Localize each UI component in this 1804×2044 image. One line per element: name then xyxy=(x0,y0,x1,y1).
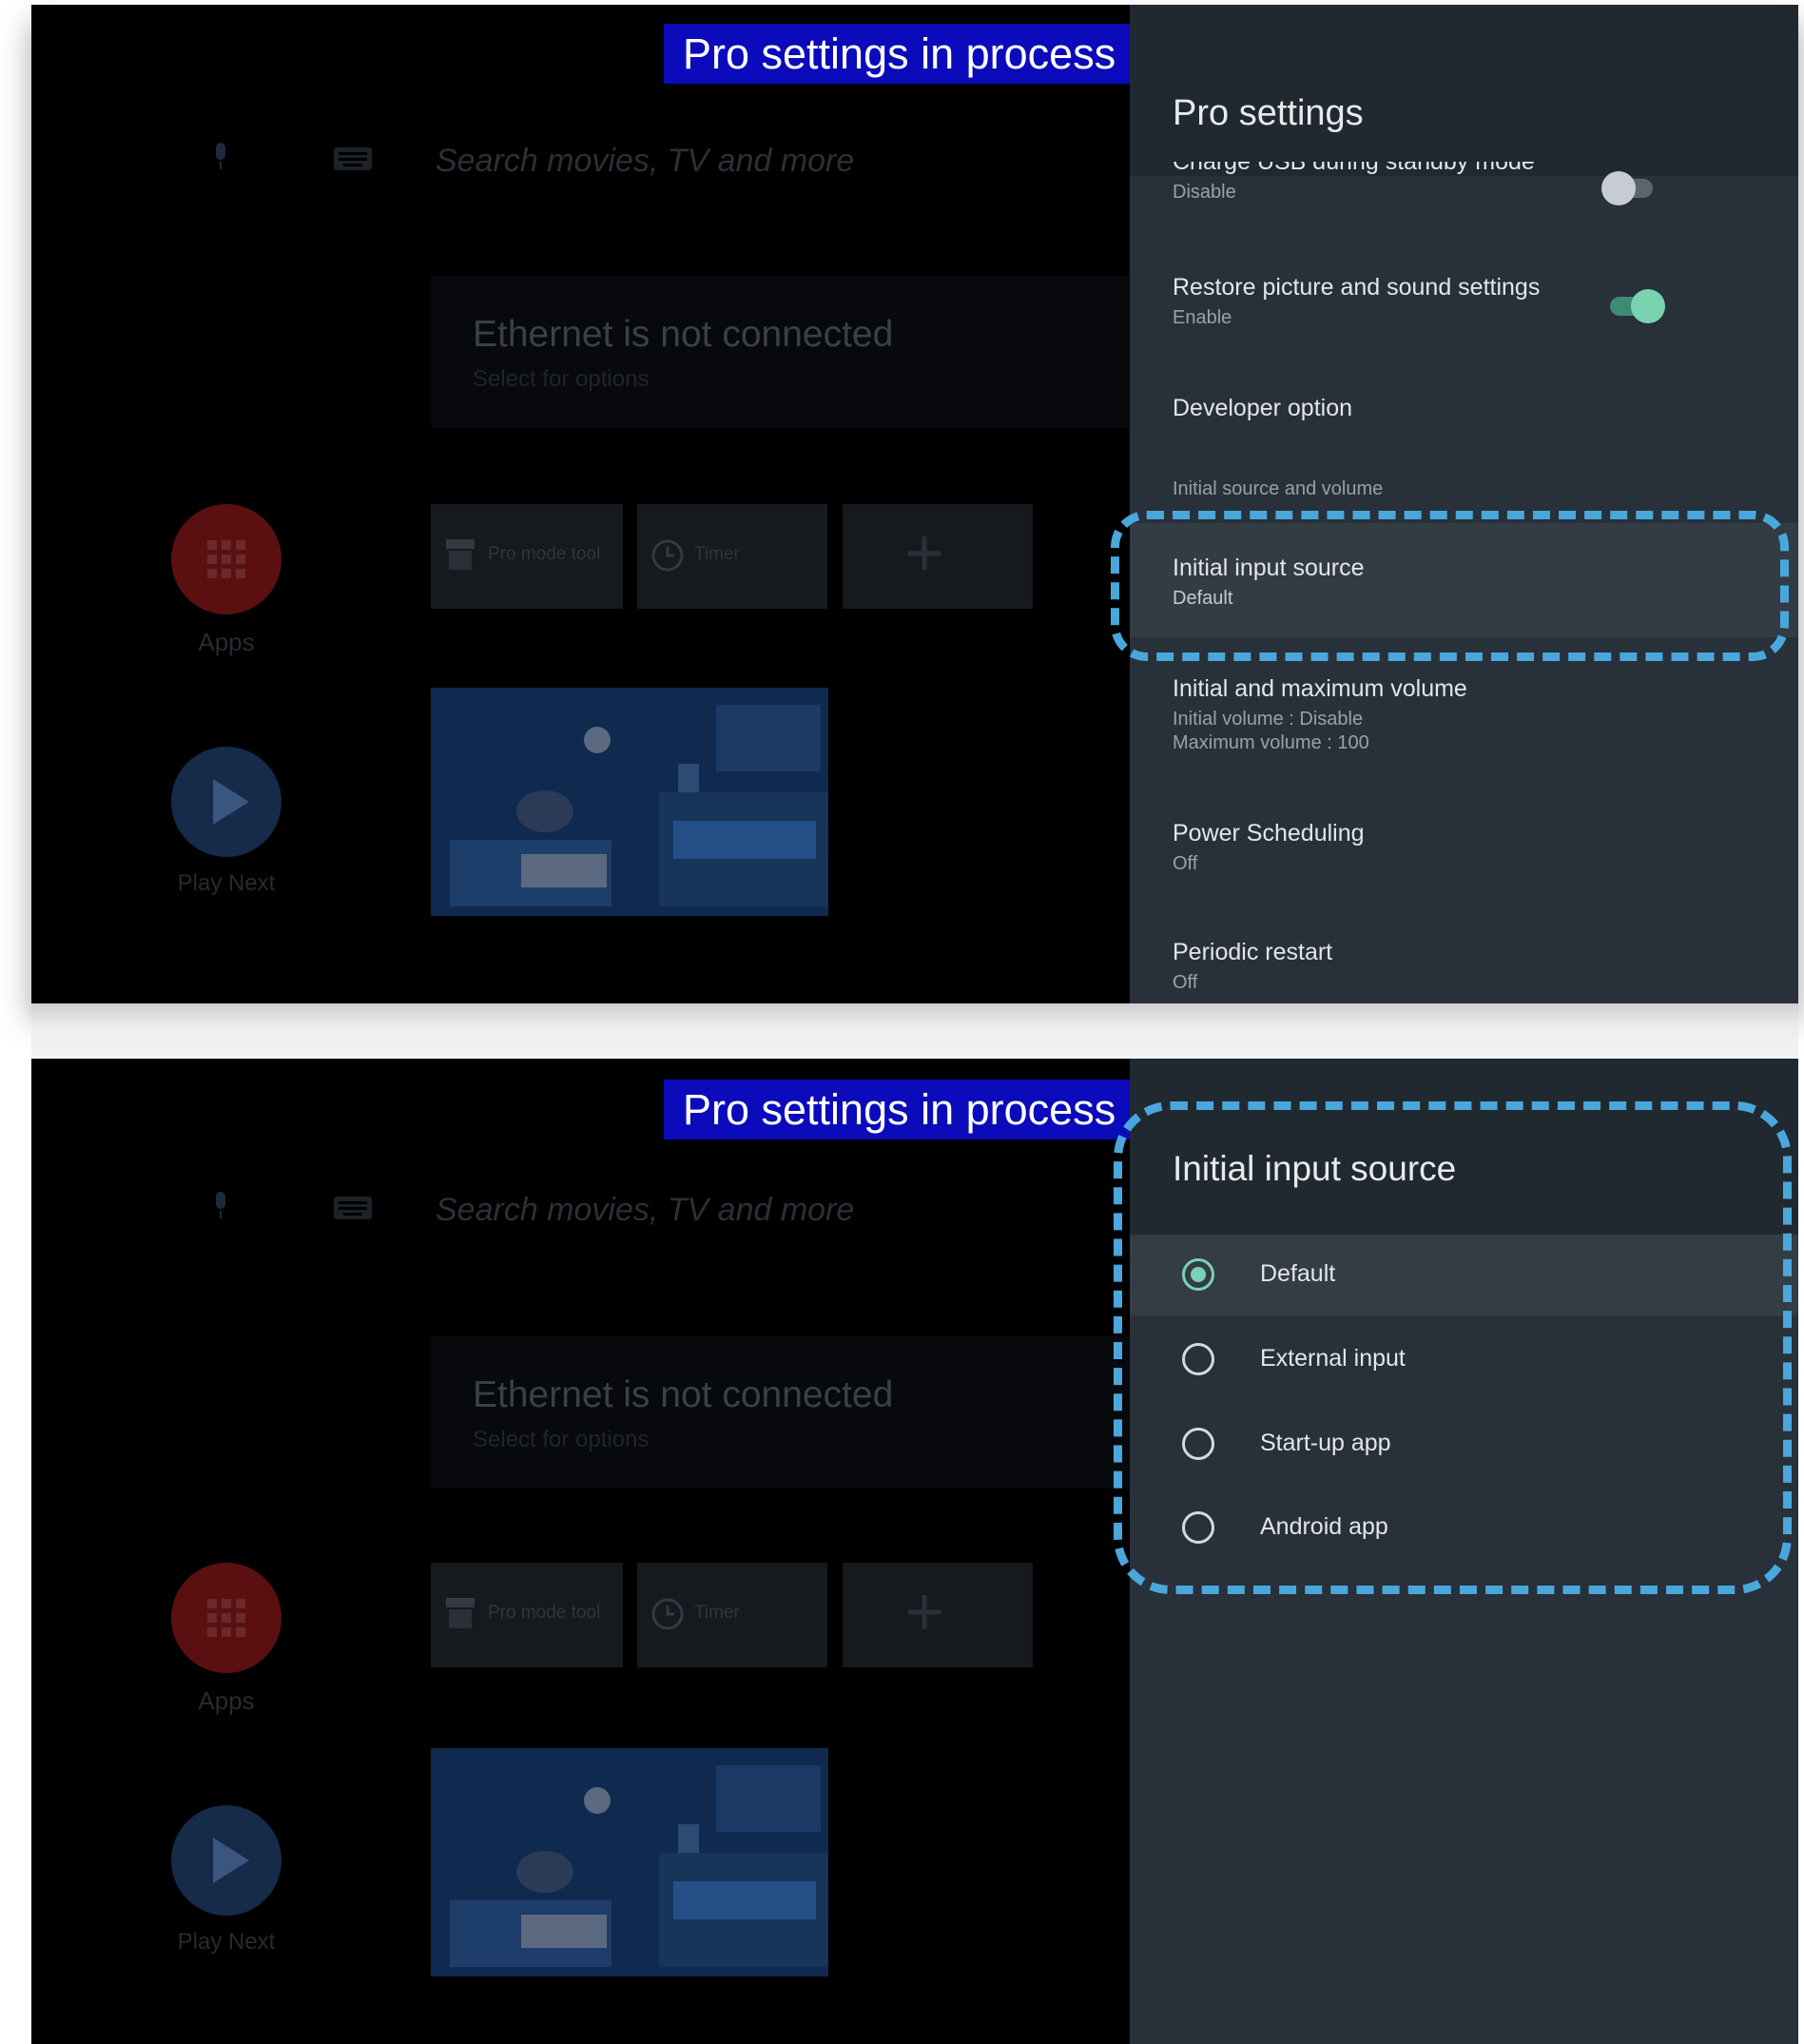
apps-grid-icon xyxy=(207,1599,245,1637)
setting-initial-max-volume[interactable]: Initial and maximum volume Initial volum… xyxy=(1173,675,1762,754)
setting-subtitle: Enable xyxy=(1173,307,1232,328)
network-status-card[interactable]: Ethernet is not connected Select for opt… xyxy=(431,1336,1130,1489)
microphone-icon[interactable] xyxy=(210,1192,231,1220)
process-overlay-label: Pro settings in process xyxy=(664,24,1168,84)
play-next-label: Play Next xyxy=(177,1929,276,1955)
keyboard-icon[interactable] xyxy=(334,147,372,170)
add-tile-button[interactable]: + xyxy=(843,504,1033,609)
play-next-button[interactable] xyxy=(171,1805,281,1916)
setting-subtitle: Disable xyxy=(1173,182,1236,203)
apps-button[interactable] xyxy=(171,1563,281,1673)
clock-icon xyxy=(651,1598,684,1630)
home-screen: Search movies, TV and more Ethernet is n… xyxy=(31,1059,1130,2044)
option-label: Android app xyxy=(1260,1513,1388,1540)
setting-power-scheduling[interactable]: Power Scheduling Off xyxy=(1173,820,1762,875)
network-status-subtitle: Select for options xyxy=(473,366,650,392)
setting-title: Initial and maximum volume xyxy=(1173,675,1467,702)
setting-initial-input-source[interactable]: Initial input source Default xyxy=(1173,555,1762,610)
play-next-label: Play Next xyxy=(177,870,276,896)
radio-empty-icon xyxy=(1182,1428,1214,1460)
play-icon xyxy=(213,779,249,825)
setting-title: Charge USB during standby mode xyxy=(1173,162,1535,175)
featured-banner[interactable] xyxy=(431,1748,828,1976)
home-screen: Search movies, TV and more Ethernet is n… xyxy=(31,5,1130,1003)
network-status-subtitle: Select for options xyxy=(473,1427,650,1452)
apps-label: Apps xyxy=(198,628,255,656)
tile-label: Timer xyxy=(694,544,740,564)
setting-subtitle: Off xyxy=(1173,972,1198,993)
setting-title: Initial input source xyxy=(1173,555,1365,581)
setting-subtitle-2: Maximum volume : 100 xyxy=(1173,732,1369,753)
search-input[interactable]: Search movies, TV and more xyxy=(436,143,854,180)
panel-title: Initial input source xyxy=(1173,1149,1457,1188)
apps-label: Apps xyxy=(198,1686,255,1715)
tile-pro-mode-tool[interactable]: Pro mode tool xyxy=(431,504,623,609)
toggle-knob xyxy=(1631,289,1665,323)
process-overlay-label: Pro settings in process xyxy=(664,1080,1168,1139)
panel-header: Initial input source xyxy=(1130,1059,1798,1235)
setting-title: Periodic restart xyxy=(1173,939,1333,965)
setting-subtitle: Initial volume : Disable xyxy=(1173,709,1364,730)
search-input[interactable]: Search movies, TV and more xyxy=(436,1192,854,1229)
tile-timer[interactable]: Timer xyxy=(637,504,827,609)
network-status-card[interactable]: Ethernet is not connected Select for opt… xyxy=(431,276,1130,428)
apps-button[interactable] xyxy=(171,504,281,614)
panel-header: Pro settings xyxy=(1130,5,1798,176)
tile-label: Pro mode tool xyxy=(488,544,601,564)
store-icon xyxy=(446,1598,475,1628)
apps-grid-icon xyxy=(207,540,245,578)
input-source-panel: Initial input source Default External in… xyxy=(1114,1059,1798,2044)
screenshot-input-source: Search movies, TV and more Ethernet is n… xyxy=(31,1059,1798,2044)
process-overlay-text: Pro settings in process xyxy=(683,29,1116,78)
setting-periodic-restart[interactable]: Periodic restart Off xyxy=(1173,939,1762,994)
pro-settings-panel: Pro settings Charge USB during standby m… xyxy=(1111,5,1798,1003)
setting-charge-usb[interactable]: Charge USB during standby mode Disable xyxy=(1173,162,1762,214)
setting-restore-picture-sound[interactable]: Restore picture and sound settings Enabl… xyxy=(1173,274,1762,329)
clock-icon xyxy=(651,539,684,572)
dog-illustration xyxy=(450,1765,828,1967)
play-next-button[interactable] xyxy=(171,747,281,857)
option-label: External input xyxy=(1260,1345,1406,1372)
radio-empty-icon xyxy=(1182,1343,1214,1375)
keyboard-icon[interactable] xyxy=(334,1197,372,1219)
option-label: Default xyxy=(1260,1260,1336,1287)
option-label: Start-up app xyxy=(1260,1430,1391,1456)
store-icon xyxy=(446,539,475,570)
tile-pro-mode-tool[interactable]: Pro mode tool xyxy=(431,1563,623,1667)
plus-icon: + xyxy=(904,516,945,592)
tile-timer[interactable]: Timer xyxy=(637,1563,827,1667)
tile-label: Timer xyxy=(694,1603,740,1623)
network-status-title: Ethernet is not connected xyxy=(473,1374,894,1415)
setting-subtitle: Default xyxy=(1173,588,1233,609)
add-tile-button[interactable]: + xyxy=(843,1563,1033,1667)
category-header: Initial source and volume xyxy=(1173,478,1384,499)
process-overlay-text: Pro settings in process xyxy=(683,1085,1116,1134)
setting-subtitle: Off xyxy=(1173,853,1198,874)
option-startup-app[interactable]: Start-up app xyxy=(1173,1418,1705,1475)
option-default[interactable]: Default xyxy=(1173,1249,1705,1306)
option-external-input[interactable]: External input xyxy=(1173,1333,1705,1391)
panel-title: Pro settings xyxy=(1173,93,1364,133)
radio-selected-icon xyxy=(1182,1258,1214,1291)
setting-developer-option[interactable]: Developer option xyxy=(1173,395,1762,422)
setting-title: Restore picture and sound settings xyxy=(1173,274,1541,301)
radio-empty-icon xyxy=(1182,1511,1214,1544)
setting-title: Power Scheduling xyxy=(1173,820,1365,847)
dog-illustration xyxy=(450,705,828,906)
plus-icon: + xyxy=(904,1574,945,1650)
toggle-knob xyxy=(1601,171,1636,205)
tile-label: Pro mode tool xyxy=(488,1603,601,1623)
microphone-icon[interactable] xyxy=(210,143,231,171)
setting-title: Developer option xyxy=(1173,395,1353,421)
separator xyxy=(31,1003,1798,1059)
play-icon xyxy=(213,1838,249,1883)
restore-settings-toggle[interactable] xyxy=(1610,289,1665,323)
screenshot-pro-settings: Search movies, TV and more Ethernet is n… xyxy=(31,5,1798,1003)
network-status-title: Ethernet is not connected xyxy=(473,314,894,355)
featured-banner[interactable] xyxy=(431,688,828,916)
option-android-app[interactable]: Android app xyxy=(1173,1502,1705,1559)
charge-usb-toggle[interactable] xyxy=(1601,171,1653,205)
